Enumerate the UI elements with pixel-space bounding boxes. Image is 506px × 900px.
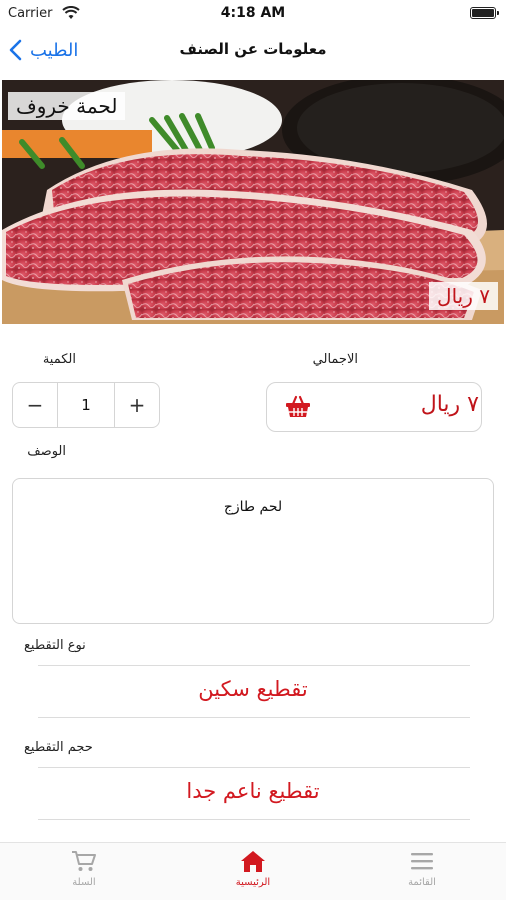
total-label: الاجمالي bbox=[312, 352, 358, 367]
status-bar: Carrier 4:18 AM bbox=[0, 0, 506, 28]
cut-type-label: نوع التقطيع bbox=[24, 638, 86, 653]
hero-name-overlay: لحمة خروف bbox=[8, 92, 126, 120]
cut-size-label: حجم التقطيع bbox=[24, 740, 93, 755]
navigation-bar: الطيب معلومات عن الصنف bbox=[0, 28, 506, 72]
description-box: لحم طازج bbox=[12, 478, 494, 624]
total-box[interactable]: ٧ ريال bbox=[266, 382, 482, 432]
status-time: 4:18 AM bbox=[220, 5, 286, 21]
divider bbox=[38, 665, 470, 666]
divider bbox=[38, 767, 470, 768]
description-label: الوصف bbox=[27, 444, 66, 459]
menu-icon bbox=[411, 853, 433, 870]
decrease-quantity-button[interactable]: − bbox=[13, 383, 57, 427]
divider bbox=[38, 717, 470, 718]
home-icon bbox=[241, 851, 265, 872]
quantity-label: الكمية bbox=[42, 352, 76, 367]
tab-cart-label: السلة bbox=[72, 877, 96, 888]
tab-home-label: الرئيسية bbox=[235, 877, 271, 888]
cart-icon bbox=[72, 851, 96, 871]
tab-menu-label: القائمة bbox=[408, 877, 436, 888]
total-price: ٧ ريال bbox=[420, 392, 479, 417]
hero-price-overlay: ٧ ريال bbox=[429, 282, 498, 310]
tab-home[interactable]: الرئيسية bbox=[203, 849, 303, 897]
basket-icon bbox=[286, 395, 310, 417]
tab-bar: السلة الرئيسية القائمة bbox=[0, 842, 506, 900]
quantity-value: 1 bbox=[57, 383, 115, 427]
product-image: لحمة خروف ٧ ريال bbox=[2, 80, 504, 324]
battery-icon bbox=[470, 7, 499, 19]
quantity-stepper: − 1 + bbox=[12, 382, 160, 428]
tab-cart[interactable]: السلة bbox=[34, 849, 134, 897]
tab-menu[interactable]: القائمة bbox=[372, 849, 472, 897]
increase-quantity-button[interactable]: + bbox=[115, 383, 159, 427]
cut-size-selector[interactable]: تقطيع ناعم جدا bbox=[0, 779, 506, 803]
description-text: لحم طازج bbox=[223, 499, 283, 515]
divider bbox=[38, 819, 470, 820]
cut-type-selector[interactable]: تقطيع سكين bbox=[0, 677, 506, 701]
page-title: معلومات عن الصنف bbox=[179, 40, 327, 58]
